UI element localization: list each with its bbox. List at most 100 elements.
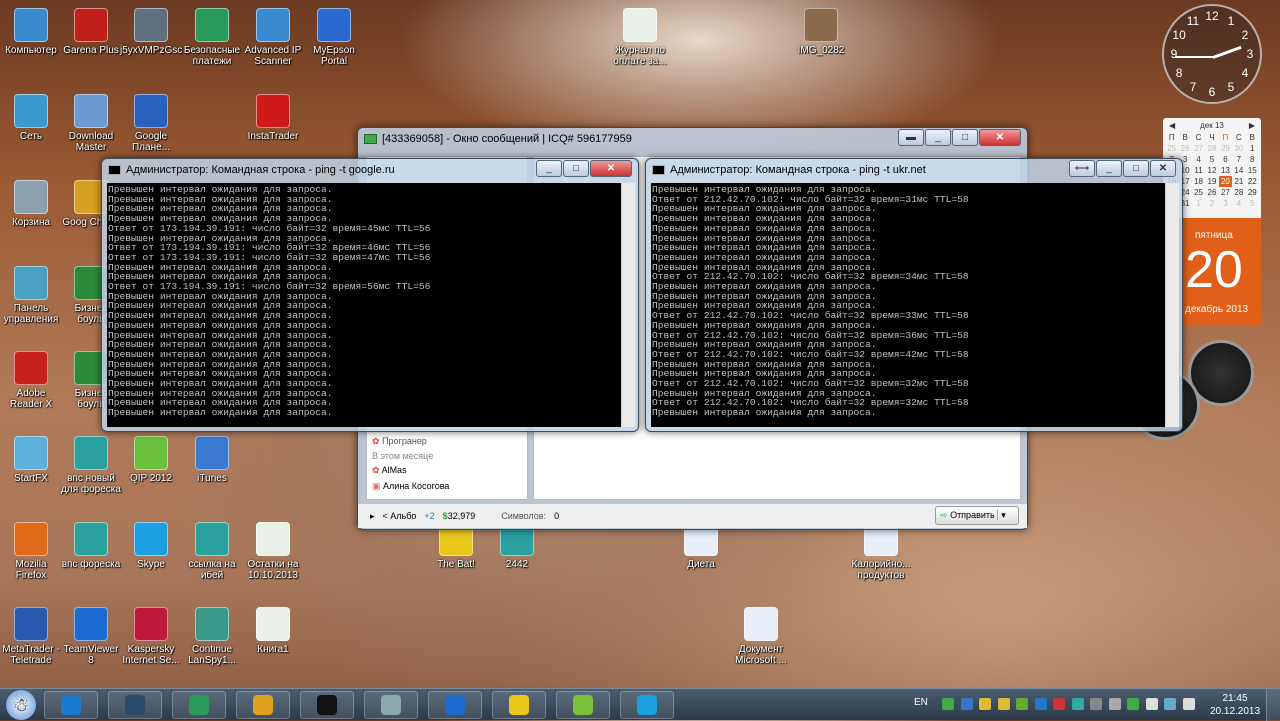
desktop-icon[interactable]: впс фореска — [60, 522, 122, 570]
calendar-day[interactable]: 13 — [1219, 165, 1232, 176]
calendar-day[interactable]: 28 — [1205, 143, 1218, 154]
calendar-day[interactable]: 20 — [1218, 176, 1233, 187]
desktop-icon[interactable]: Continue LanSpy1... — [181, 607, 243, 666]
prev-month-icon[interactable]: ◀ — [1169, 121, 1175, 130]
cmd-pin-button[interactable]: ⟷ — [1069, 160, 1095, 177]
taskbar-qip[interactable] — [556, 691, 610, 719]
icq-pin-button[interactable]: ▬ — [898, 129, 924, 146]
cmd-close-button[interactable]: ✕ — [1150, 160, 1176, 177]
calendar-day[interactable]: 6 — [1219, 154, 1232, 165]
desktop-icon[interactable]: iTunes — [181, 436, 243, 484]
play-icon[interactable]: ▸ — [370, 511, 375, 522]
desktop-icon[interactable]: QIP 2012 — [120, 436, 182, 484]
calendar-day[interactable]: 18 — [1192, 176, 1205, 187]
show-desktop-button[interactable] — [1266, 689, 1280, 721]
desktop-icon[interactable]: Книга1 — [242, 607, 304, 655]
desktop-icon[interactable]: TeamViewer 8 — [60, 607, 122, 666]
desktop-icon[interactable]: Adobe Reader X — [0, 351, 62, 410]
desktop-icon[interactable]: Безопасные платежи — [181, 8, 243, 67]
calendar-day[interactable]: 4 — [1232, 198, 1245, 209]
taskbar-skype[interactable] — [620, 691, 674, 719]
desktop-icon[interactable]: Garena Plus — [60, 8, 122, 56]
calendar-day[interactable]: 27 — [1219, 187, 1232, 198]
language-indicator[interactable]: EN — [914, 697, 928, 708]
cmd-title-bar[interactable]: Администратор: Командная строка - ping -… — [646, 159, 1182, 181]
tray-icon[interactable] — [1108, 698, 1121, 710]
taskbar-the-bat[interactable] — [492, 691, 546, 719]
desktop-icon[interactable]: Документ Microsoft ... — [730, 607, 792, 666]
taskbar-teamviewer[interactable] — [428, 691, 482, 719]
desktop-icon[interactable]: MetaTrader - Teletrade — [0, 607, 62, 666]
tray-icon[interactable] — [1034, 698, 1047, 710]
calendar-day[interactable]: 11 — [1192, 165, 1205, 176]
tray-icon[interactable] — [1053, 698, 1065, 710]
cmd-close-button[interactable]: ✕ — [590, 160, 632, 177]
calendar-day[interactable]: 14 — [1232, 165, 1245, 176]
calendar-day[interactable]: 15 — [1246, 165, 1259, 176]
desktop-icon[interactable]: Корзина — [0, 180, 62, 228]
icq-minimize-button[interactable]: _ — [925, 129, 951, 146]
tray-icon[interactable] — [997, 698, 1010, 710]
console-output[interactable]: Превышен интервал ожидания для запроса. О… — [651, 183, 1165, 427]
album-link[interactable]: < Альбо — [383, 511, 417, 521]
send-options-dropdown[interactable]: ▾ — [997, 510, 1006, 520]
calendar-day[interactable]: 27 — [1192, 143, 1205, 154]
calendar-day[interactable]: 22 — [1246, 176, 1259, 187]
tray-icon[interactable] — [960, 698, 973, 710]
plus-counter[interactable]: +2 — [424, 511, 434, 521]
desktop-icon[interactable]: InstaTrader — [242, 94, 304, 142]
calendar-day[interactable]: 29 — [1219, 143, 1232, 154]
taskbar-command-prompt[interactable] — [300, 691, 354, 719]
desktop-icon[interactable]: Сеть — [0, 94, 62, 142]
calendar-day[interactable]: 25 — [1165, 143, 1178, 154]
desktop-icon[interactable]: Mozilla Firefox — [0, 522, 62, 581]
desktop-icon[interactable]: IMG_0282 — [790, 8, 852, 56]
cmd-minimize-button[interactable]: _ — [536, 160, 562, 177]
tray-icon[interactable] — [1145, 698, 1158, 710]
desktop-icon[interactable]: Advanced IP Scanner — [242, 8, 304, 67]
calendar-day[interactable]: 12 — [1205, 165, 1218, 176]
cmd-minimize-button[interactable]: _ — [1096, 160, 1122, 177]
taskbar-media-center[interactable] — [108, 691, 162, 719]
calendar-day[interactable]: 29 — [1246, 187, 1259, 198]
calendar-day[interactable]: 26 — [1178, 143, 1191, 154]
contact-item[interactable]: ▣ Алина Косогова — [372, 481, 449, 492]
console-scrollbar[interactable] — [1165, 183, 1179, 427]
taskbar-media-player[interactable] — [172, 691, 226, 719]
desktop-icon[interactable]: j5yxVMPzGsc — [120, 8, 182, 56]
desktop-icon[interactable]: Калорийно... продуктов — [850, 522, 912, 581]
money-counter[interactable]: $32,979 — [443, 511, 476, 521]
icq-close-button[interactable]: ✕ — [979, 129, 1021, 146]
desktop-icon[interactable]: Панель управления — [0, 266, 62, 325]
desktop-icon[interactable]: Skype — [120, 522, 182, 570]
icq-maximize-button[interactable]: □ — [952, 129, 978, 146]
tray-icon[interactable] — [1071, 698, 1084, 710]
calendar-day[interactable]: 26 — [1205, 187, 1218, 198]
calendar-day[interactable]: 21 — [1232, 176, 1245, 187]
cmd-maximize-button[interactable]: □ — [1123, 160, 1149, 177]
clock-gadget[interactable]: 12 1 2 3 4 5 6 7 8 9 10 11 — [1162, 4, 1262, 104]
desktop-icon[interactable]: MyEpson Portal — [303, 8, 365, 67]
contact-item[interactable]: ✿ Програнер — [372, 436, 427, 447]
tray-icon[interactable] — [1182, 698, 1195, 710]
tray-clock[interactable]: 21:45 20.12.2013 — [1210, 692, 1260, 718]
console-scrollbar[interactable] — [621, 183, 635, 427]
icq-title-bar[interactable]: [433369058] - Окно сообщений | ICQ# 5961… — [358, 128, 1027, 150]
next-month-icon[interactable]: ▶ — [1249, 121, 1255, 130]
calendar-day[interactable]: 1 — [1246, 143, 1259, 154]
calendar-day[interactable]: 1 — [1192, 198, 1205, 209]
calendar-day[interactable]: 28 — [1232, 187, 1245, 198]
calendar-day[interactable]: 7 — [1232, 154, 1245, 165]
calendar-day[interactable]: 4 — [1192, 154, 1205, 165]
calendar-day[interactable]: 8 — [1246, 154, 1259, 165]
taskbar-calculator[interactable] — [364, 691, 418, 719]
calendar-day[interactable]: 2 — [1205, 198, 1218, 209]
desktop-icon[interactable]: ссылка на ибей — [181, 522, 243, 581]
desktop-icon[interactable]: Компьютер — [0, 8, 62, 56]
desktop-icon[interactable]: StartFX — [0, 436, 62, 484]
tray-icon[interactable] — [1016, 698, 1028, 710]
contact-item[interactable]: ✿ AlMas — [372, 465, 407, 476]
calendar-day[interactable]: 3 — [1219, 198, 1232, 209]
tray-icon[interactable] — [942, 698, 954, 710]
cmd-window-google[interactable]: Администратор: Командная строка - ping -… — [101, 158, 639, 432]
